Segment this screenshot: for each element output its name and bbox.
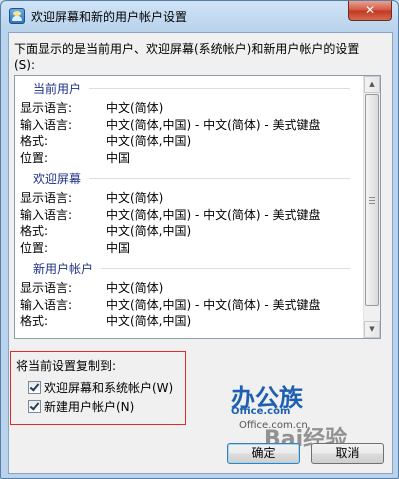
setting-row: 显示语言: 中文(简体) bbox=[20, 189, 163, 206]
new-user-checkbox[interactable] bbox=[28, 400, 41, 413]
setting-value: 中国 bbox=[106, 240, 131, 255]
setting-label: 格式: bbox=[20, 134, 49, 148]
setting-value: 中文(简体) bbox=[106, 101, 164, 115]
welcome-screen-checkbox-label[interactable]: 欢迎屏幕和系统帐户(W) bbox=[44, 381, 173, 395]
copy-settings-label: 将当前设置复制到: bbox=[16, 359, 117, 373]
scroll-grip bbox=[369, 203, 375, 204]
close-button[interactable]: ✕ bbox=[348, 1, 392, 21]
setting-row: 格式: 中文(简体,中国) bbox=[20, 312, 191, 329]
setting-label: 格式: bbox=[20, 224, 49, 238]
setting-label: 格式: bbox=[20, 314, 49, 328]
setting-row: 输入语言: 中文(简体,中国) - 中文(简体) - 美式键盘 bbox=[20, 296, 320, 313]
settings-listbox[interactable]: 当前用户显示语言: 中文(简体) 输入语言: 中文(简体,中国) - 中文(简体) -… bbox=[14, 75, 381, 339]
setting-value: 中文(简体) bbox=[106, 281, 164, 295]
scroll-grip bbox=[369, 200, 375, 201]
users-icon bbox=[9, 8, 25, 24]
setting-value: 中文(简体,中国) - 中文(简体) - 美式键盘 bbox=[106, 117, 321, 132]
setting-row: 格式: 中文(简体,中国) bbox=[20, 132, 191, 149]
setting-value: 中文(简体,中国) bbox=[106, 314, 192, 328]
dialog-window: 欢迎屏幕和新的用户帐户设置 ✕ 下面显示的是当前用户、欢迎屏幕(系统帐户)和新用… bbox=[0, 0, 399, 479]
setting-label: 输入语言: bbox=[20, 207, 73, 222]
ok-button[interactable]: 确定 bbox=[227, 443, 300, 464]
scroll-grip bbox=[369, 197, 375, 198]
copy-settings-group: 将当前设置复制到: 欢迎屏幕和系统帐户(W) 新建用户帐户(N) bbox=[10, 351, 186, 425]
setting-row: 显示语言: 中文(简体) bbox=[20, 99, 163, 116]
window-title: 欢迎屏幕和新的用户帐户设置 bbox=[31, 10, 188, 24]
setting-value: 中国 bbox=[106, 150, 131, 165]
setting-value: 中文(简体,中国) bbox=[106, 224, 192, 238]
watermark-site: Office.com bbox=[231, 406, 291, 417]
setting-row: 显示语言: 中文(简体) bbox=[20, 279, 163, 296]
setting-row: 输入语言: 中文(简体,中国) - 中文(简体) - 美式键盘 bbox=[20, 116, 320, 133]
vertical-scrollbar[interactable]: ▲ ▼ bbox=[363, 76, 380, 338]
scroll-down-button[interactable]: ▼ bbox=[364, 321, 380, 338]
setting-label: 显示语言: bbox=[20, 191, 73, 205]
setting-row: 输入语言: 中文(简体,中国) - 中文(简体) - 美式键盘 bbox=[20, 206, 320, 223]
scroll-up-button[interactable]: ▲ bbox=[364, 76, 380, 93]
cancel-button[interactable]: 取消 bbox=[311, 443, 384, 464]
section-divider bbox=[101, 268, 350, 269]
setting-label: 显示语言: bbox=[20, 281, 73, 295]
setting-row: 格式: 中文(简体,中国) bbox=[20, 222, 191, 239]
scroll-thumb[interactable] bbox=[365, 94, 379, 306]
new-user-checkbox-row[interactable]: 新建用户帐户(N) bbox=[28, 398, 134, 415]
settings-description: 下面显示的是当前用户、欢迎屏幕(系统帐户)和新用户帐户的设置(S): bbox=[14, 42, 360, 72]
section-header: 当前用户 bbox=[33, 82, 82, 96]
title-bar[interactable]: 欢迎屏幕和新的用户帐户设置 ✕ bbox=[1, 1, 398, 31]
section-header: 新用户帐户 bbox=[33, 262, 94, 276]
new-user-checkbox-label[interactable]: 新建用户帐户(N) bbox=[44, 400, 134, 414]
setting-value: 中文(简体,中国) - 中文(简体) - 美式键盘 bbox=[106, 297, 321, 312]
setting-value: 中文(简体,中国) - 中文(简体) - 美式键盘 bbox=[106, 207, 321, 222]
setting-label: 输入语言: bbox=[20, 117, 73, 132]
welcome-screen-checkbox-row[interactable]: 欢迎屏幕和系统帐户(W) bbox=[28, 379, 173, 396]
setting-label: 位置: bbox=[20, 240, 49, 255]
section-divider bbox=[89, 88, 350, 89]
section-header: 欢迎屏幕 bbox=[33, 172, 82, 186]
setting-value: 中文(简体,中国) bbox=[106, 134, 192, 148]
setting-row: 位置: 中国 bbox=[20, 149, 130, 166]
setting-value: 中文(简体) bbox=[106, 191, 164, 205]
setting-label: 输入语言: bbox=[20, 297, 73, 312]
welcome-screen-checkbox[interactable] bbox=[28, 381, 41, 394]
dialog-client: 下面显示的是当前用户、欢迎屏幕(系统帐户)和新用户帐户的设置(S): 当前用户显… bbox=[8, 32, 393, 474]
setting-row: 位置: 中国 bbox=[20, 239, 130, 256]
section-divider bbox=[89, 178, 350, 179]
setting-label: 显示语言: bbox=[20, 101, 73, 115]
setting-label: 位置: bbox=[20, 150, 49, 165]
